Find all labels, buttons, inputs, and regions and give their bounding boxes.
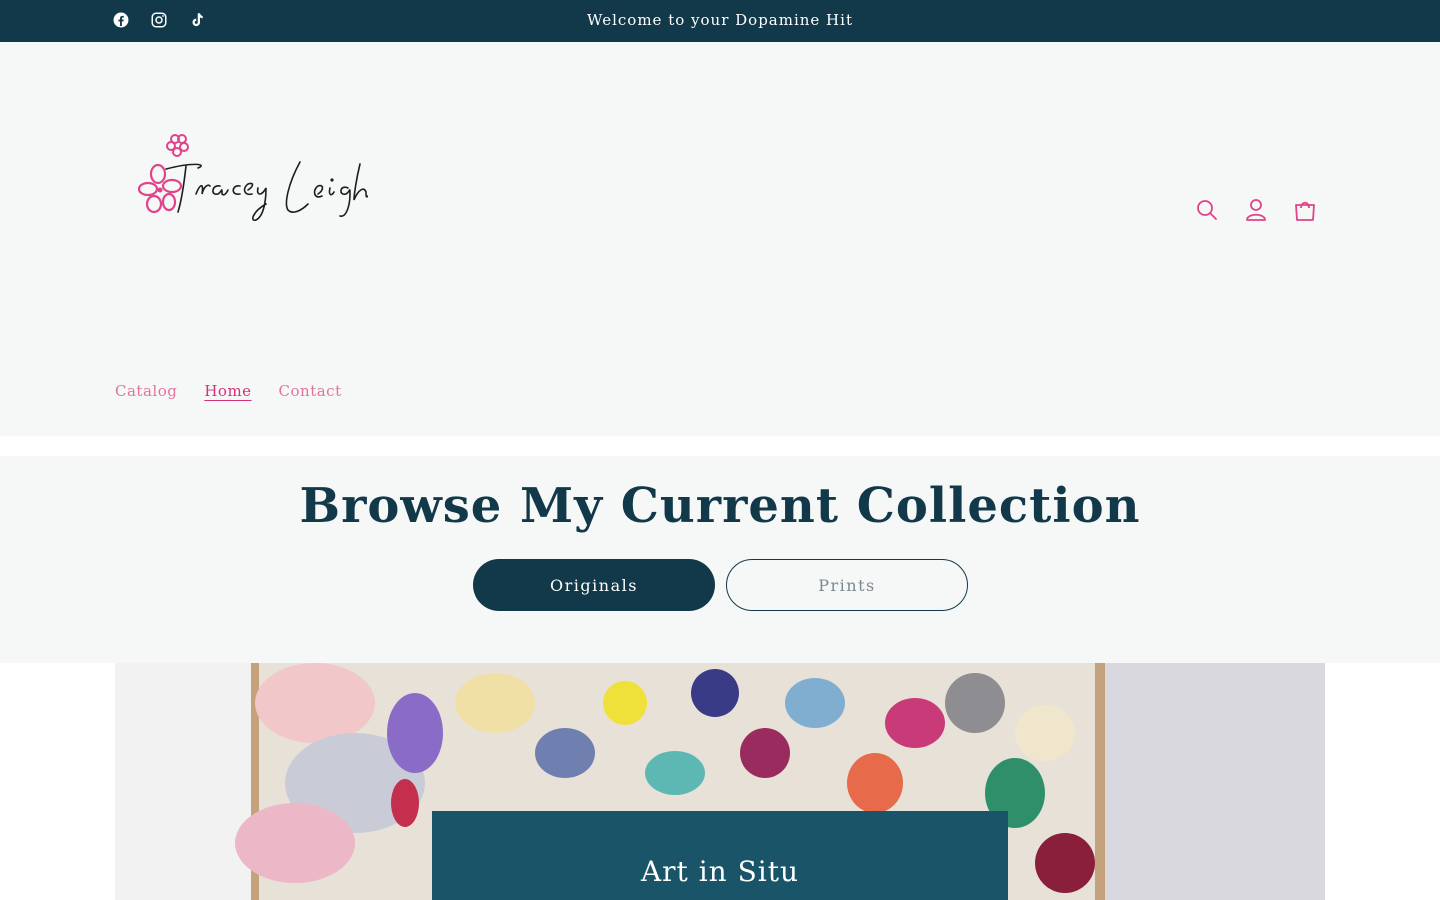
- announcement-bar: Welcome to your Dopamine Hit: [0, 0, 1440, 42]
- hero-overlay-box: Art in Situ: [432, 811, 1008, 900]
- site-header: Catalog Home Contact: [0, 42, 1440, 436]
- cart-icon[interactable]: [1293, 196, 1317, 224]
- hero-title: Art in Situ: [640, 855, 800, 888]
- flower-icon: [166, 134, 189, 157]
- originals-button[interactable]: Originals: [473, 559, 715, 611]
- header-icons: [1195, 196, 1317, 224]
- hero-banner: Art in Situ: [115, 663, 1325, 900]
- nav-item-catalog[interactable]: Catalog: [115, 382, 177, 400]
- main-nav: Catalog Home Contact: [115, 382, 342, 400]
- nav-item-home[interactable]: Home: [204, 382, 251, 400]
- announcement-text: Welcome to your Dopamine Hit: [587, 11, 853, 29]
- collection-title: Browse My Current Collection: [299, 478, 1141, 534]
- nav-item-contact[interactable]: Contact: [279, 382, 342, 400]
- account-icon[interactable]: [1244, 196, 1268, 224]
- collection-section: Browse My Current Collection Originals P…: [0, 456, 1440, 663]
- prints-button[interactable]: Prints: [726, 559, 968, 611]
- search-icon[interactable]: [1195, 196, 1219, 224]
- logo[interactable]: [138, 134, 368, 234]
